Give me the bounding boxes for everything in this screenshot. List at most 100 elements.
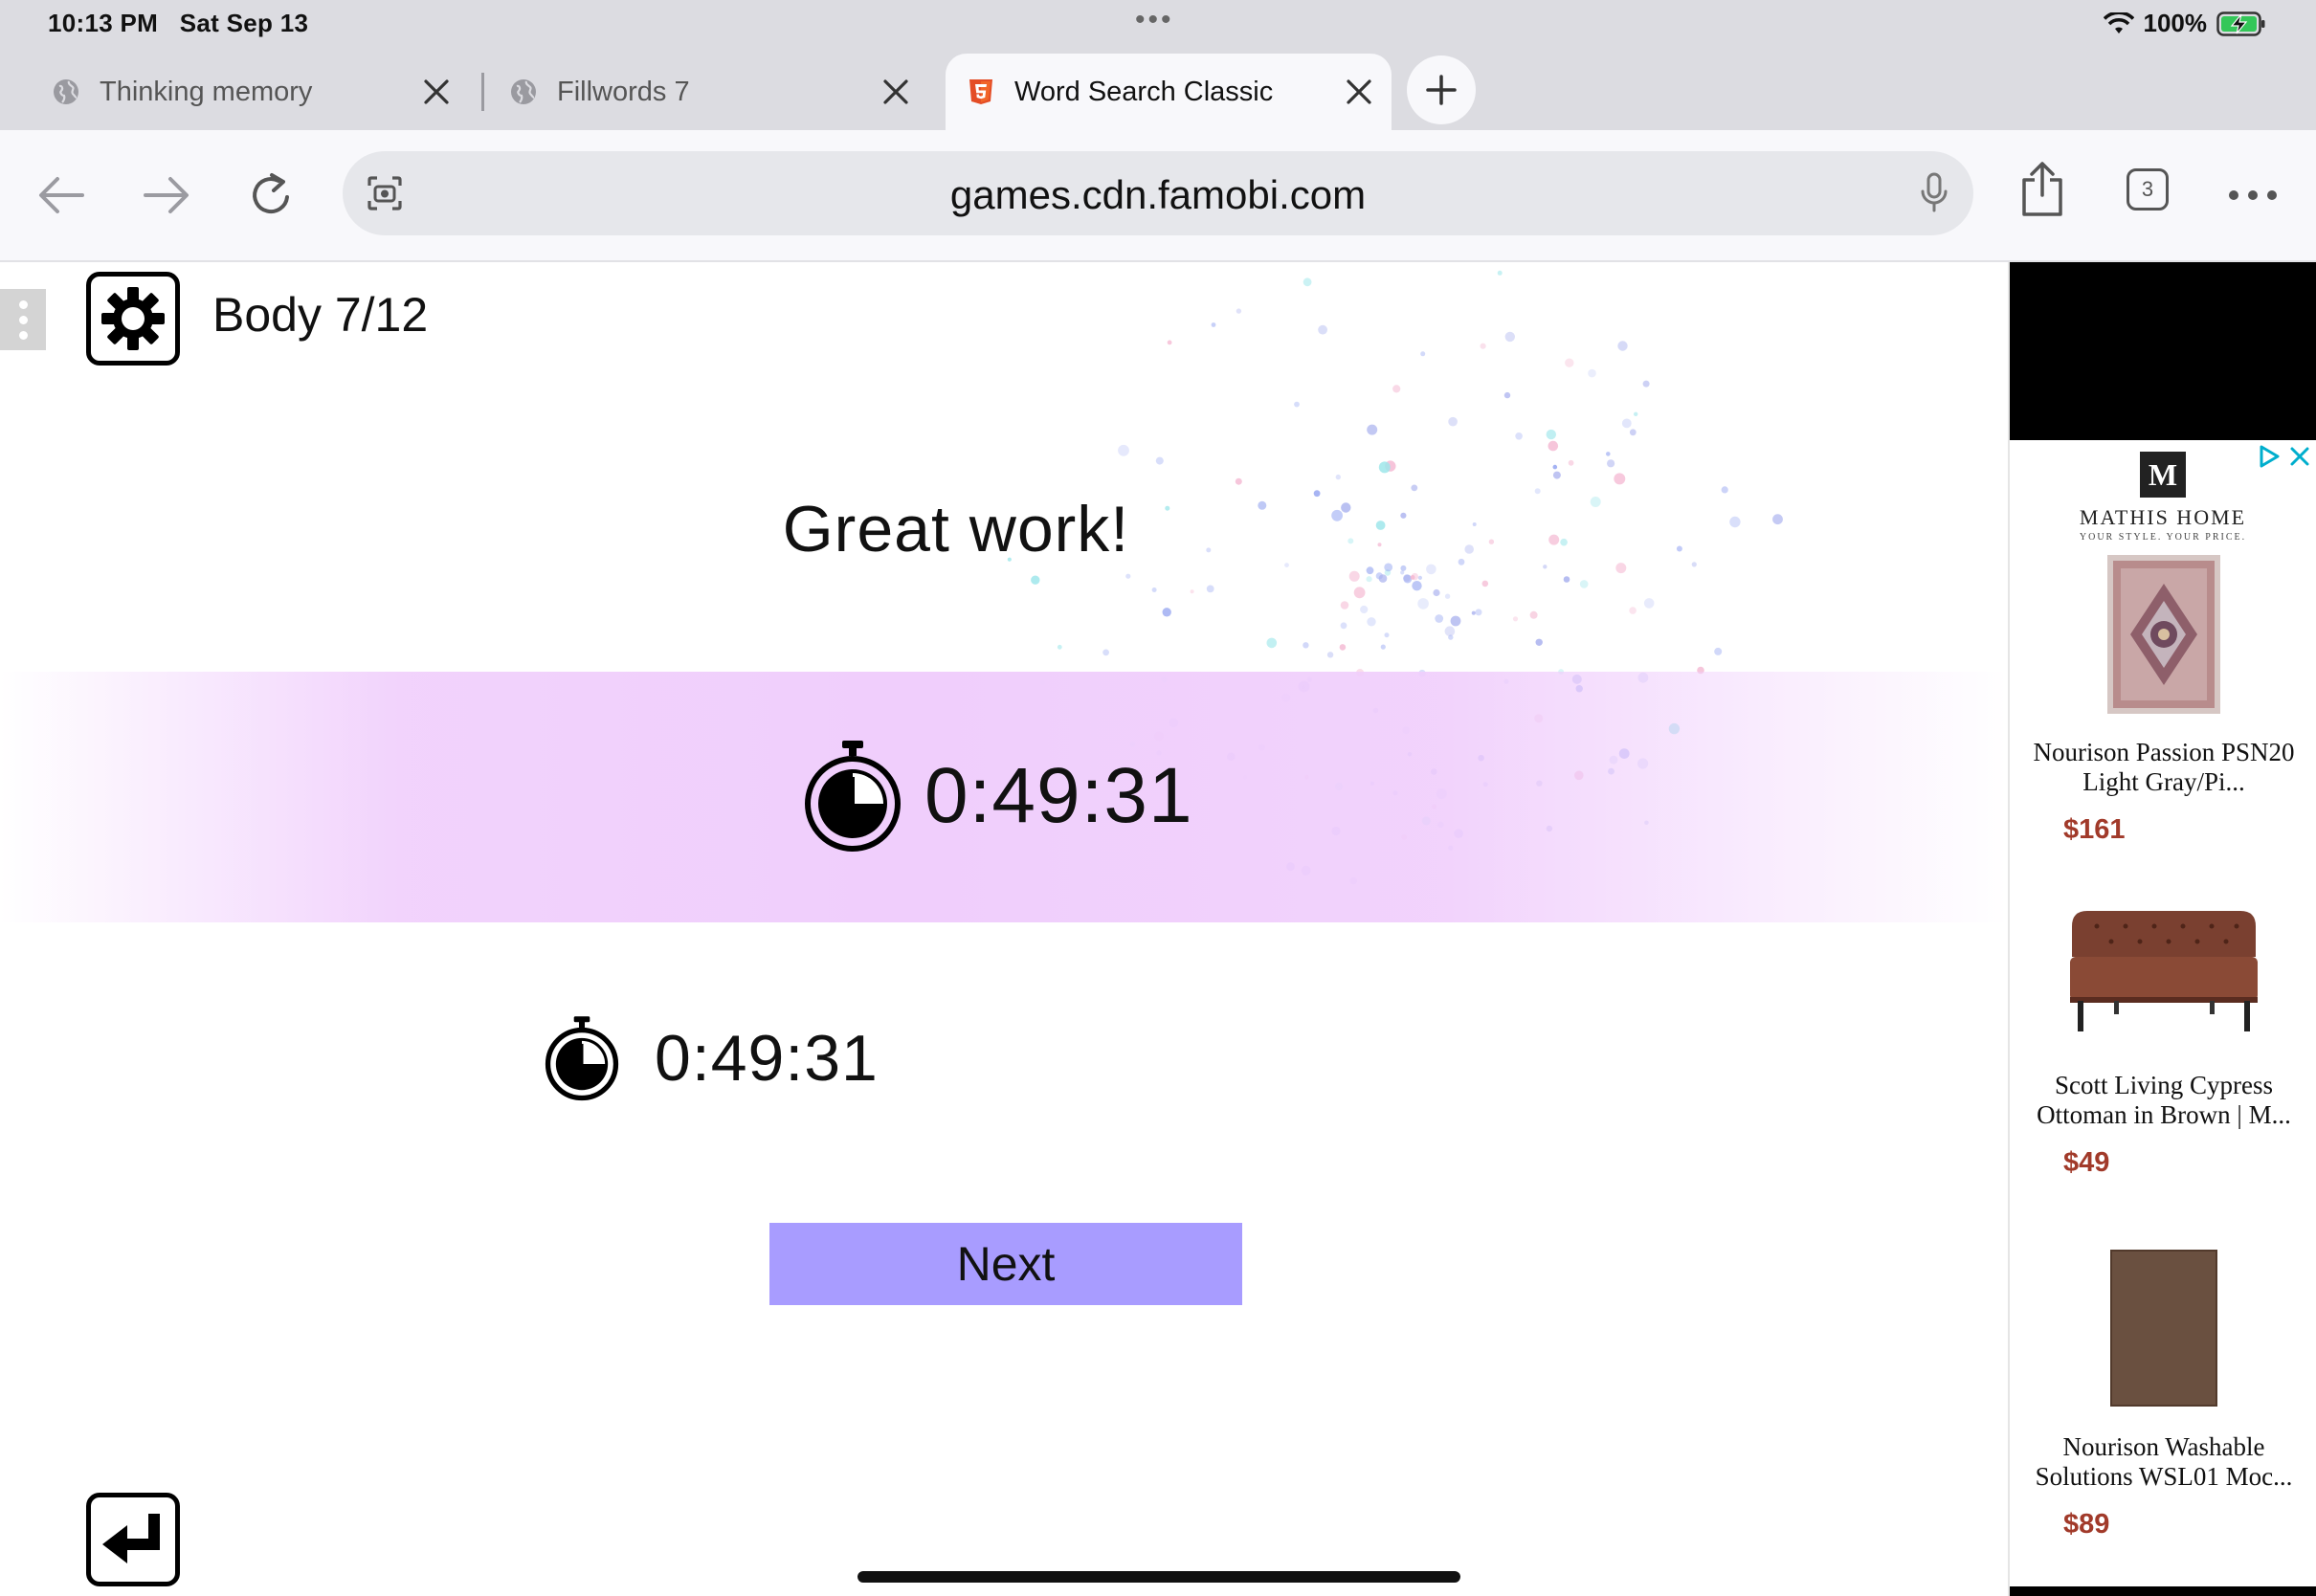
confetti-dot	[1366, 566, 1374, 575]
confetti-dot	[1497, 270, 1503, 276]
confetti-dot	[1235, 477, 1242, 485]
browser-toolbar: games.cdn.famobi.com 3	[0, 130, 2316, 262]
microphone-icon[interactable]	[1920, 172, 1949, 214]
confetti-dot	[1535, 638, 1543, 646]
confetti-dot	[1607, 459, 1615, 468]
confetti-dot	[1403, 574, 1411, 582]
confetti-dot	[1360, 605, 1369, 614]
tab-fillwords-7[interactable]: Fillwords 7	[488, 54, 928, 130]
confetti-dot	[1380, 644, 1386, 650]
confetti-dot	[1552, 464, 1558, 470]
close-icon[interactable]	[1342, 75, 1376, 109]
tab-overview-button[interactable]: 3	[2127, 168, 2169, 211]
game-area[interactable]: Body 7/12 Great work! 0:49:31 0:49:31 Ne…	[0, 262, 2008, 1596]
battery-charging-icon	[2216, 11, 2265, 36]
confetti-dot	[1614, 473, 1626, 485]
confetti-dot	[1579, 580, 1589, 588]
tab-title: Fillwords 7	[557, 76, 690, 107]
confetti-dot	[1444, 626, 1456, 636]
reload-button[interactable]	[243, 166, 301, 224]
confetti-dot	[1515, 432, 1523, 440]
brand-monogram: M	[2140, 452, 2186, 498]
confetti-dot	[1211, 322, 1216, 327]
confetti-dot	[1167, 340, 1172, 345]
new-tab-button[interactable]	[1407, 55, 1476, 124]
tab-divider	[481, 73, 484, 111]
ad-product-rug[interactable]: Nourison Passion PSN20 Light Gray/Pi... …	[2010, 555, 2316, 846]
product-name: Scott Living Cypress Ottoman in Brown | …	[2037, 1071, 2291, 1129]
html5-icon	[969, 79, 992, 104]
status-clock: 10:13 PM Sat Sep 13	[48, 9, 308, 38]
washable-rug-image	[2108, 1248, 2219, 1408]
back-button[interactable]	[33, 166, 90, 224]
confetti-dot	[1125, 573, 1131, 579]
status-date: Sat Sep 13	[179, 9, 309, 37]
confetti-dot	[1057, 644, 1062, 650]
ad-brand-logo[interactable]: M MATHIS HOME YOUR STYLE. YOUR PRICE.	[2010, 452, 2316, 543]
confetti-dot	[1512, 616, 1519, 622]
reload-icon	[253, 173, 289, 213]
product-price: $49	[2063, 1147, 2110, 1178]
side-menu-button[interactable]	[0, 289, 46, 350]
brand-name: MATHIS HOME	[2079, 505, 2247, 529]
return-button[interactable]	[86, 1493, 180, 1586]
close-icon[interactable]	[879, 75, 913, 109]
share-icon	[2022, 162, 2062, 216]
current-time: 0:49:31	[802, 739, 1193, 853]
address-bar[interactable]: games.cdn.famobi.com	[343, 151, 1973, 235]
confetti-dot	[1378, 461, 1391, 474]
confetti-dot	[1118, 444, 1129, 456]
next-button[interactable]: Next	[769, 1223, 1242, 1305]
confetti-dot	[1294, 401, 1300, 408]
confetti-dot	[1031, 575, 1040, 585]
confetti-dot	[1392, 385, 1401, 393]
confetti-dot	[1629, 429, 1637, 436]
confetti-dot	[1339, 644, 1347, 651]
confetti-dot	[1435, 614, 1444, 623]
headline: Great work!	[782, 493, 1130, 565]
confetti-dot	[1503, 391, 1511, 399]
confetti-dot	[1340, 622, 1347, 630]
forward-button[interactable]	[138, 166, 195, 224]
confetti-dot	[1548, 440, 1559, 452]
current-time-value: 0:49:31	[924, 752, 1193, 839]
best-time: 0:49:31	[544, 1014, 879, 1102]
confetti-particles	[1007, 270, 1783, 885]
confetti-dot	[1714, 647, 1723, 655]
best-time-value: 0:49:31	[655, 1022, 879, 1095]
browser-chrome: 10:13 PM Sat Sep 13 ••• 100% Thinking me…	[0, 0, 2316, 262]
wifi-icon	[2103, 11, 2134, 33]
confetti-dot	[1335, 474, 1342, 480]
tab-title: Thinking memory	[100, 76, 313, 107]
product-price: $89	[2063, 1509, 2110, 1540]
confetti-dot	[1236, 308, 1242, 314]
tab-word-search-classic[interactable]: Word Search Classic	[946, 54, 1392, 130]
confetti-dot	[1606, 452, 1611, 456]
battery-percent: 100%	[2143, 9, 2208, 37]
tab-thinking-memory[interactable]: Thinking memory	[29, 54, 469, 130]
gear-icon	[101, 287, 165, 350]
close-icon[interactable]	[419, 75, 454, 109]
product-price: $161	[2063, 814, 2126, 845]
tab-bar: Thinking memory Fillwords 7 Word Search …	[0, 46, 2316, 130]
share-button[interactable]	[2014, 161, 2071, 218]
product-name: Nourison Washable Solutions WSL01 Moc...	[2035, 1432, 2293, 1491]
status-time: 10:13 PM	[48, 9, 159, 37]
confetti-dot	[1151, 587, 1157, 592]
more-button[interactable]	[2224, 166, 2282, 224]
home-indicator[interactable]	[857, 1571, 1460, 1583]
status-indicators: 100%	[2103, 9, 2267, 38]
settings-button[interactable]	[86, 272, 180, 366]
confetti-dot	[1448, 416, 1458, 427]
confetti-dot	[1568, 459, 1574, 466]
confetti-dot	[1266, 637, 1278, 649]
confetti-dot	[1643, 598, 1655, 609]
multitasking-dots-icon[interactable]: •••	[1135, 4, 1174, 36]
ad-panel[interactable]: M MATHIS HOME YOUR STYLE. YOUR PRICE. No…	[2008, 262, 2316, 1596]
confetti-dot	[1417, 598, 1429, 610]
confetti-dot	[1155, 456, 1164, 465]
ad-product-ottoman[interactable]: Scott Living Cypress Ottoman in Brown | …	[2010, 905, 2316, 1179]
confetti-dot	[1642, 380, 1650, 388]
globe-icon	[54, 79, 78, 104]
ad-product-washable-rug[interactable]: Nourison Washable Solutions WSL01 Moc...…	[2010, 1248, 2316, 1541]
